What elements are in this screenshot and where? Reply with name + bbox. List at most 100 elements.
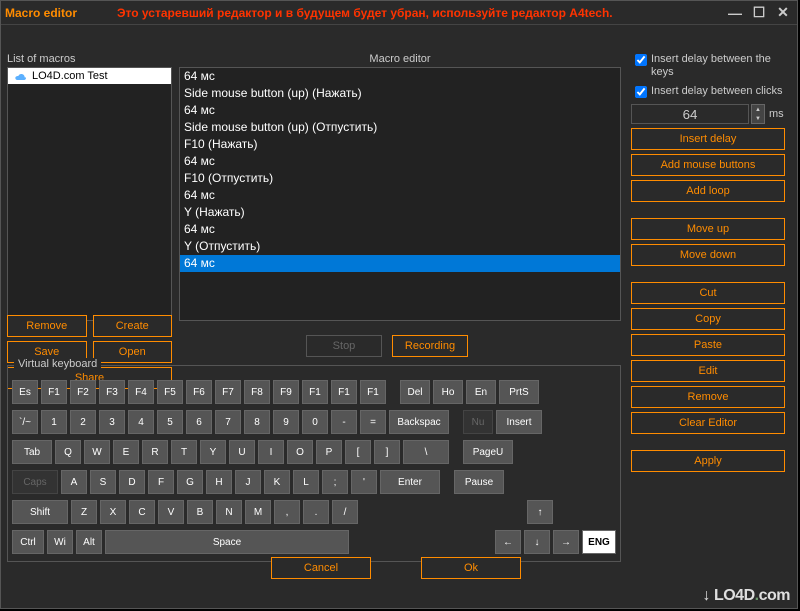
key-i[interactable]: I [258, 440, 284, 464]
key-b[interactable]: B [187, 500, 213, 524]
key-tilde[interactable]: `/~ [12, 410, 38, 434]
clear-editor-button[interactable]: Clear Editor [631, 412, 785, 434]
key-p[interactable]: P [316, 440, 342, 464]
key-q[interactable]: Q [55, 440, 81, 464]
key-lbracket[interactable]: [ [345, 440, 371, 464]
key-arrow-down[interactable]: ↓ [524, 530, 550, 554]
key-j[interactable]: J [235, 470, 261, 494]
key-win[interactable]: Wi [47, 530, 73, 554]
key-h[interactable]: H [206, 470, 232, 494]
editor-line[interactable]: Y (Нажать) [180, 204, 620, 221]
key-tab[interactable]: Tab [12, 440, 52, 464]
add-mouse-button[interactable]: Add mouse buttons [631, 154, 785, 176]
key-rbracket[interactable]: ] [374, 440, 400, 464]
key-k[interactable]: K [264, 470, 290, 494]
key-v[interactable]: V [158, 500, 184, 524]
editor-listbox[interactable]: 64 мс Side mouse button (up) (Нажать) 64… [179, 67, 621, 321]
key-arrow-right[interactable]: → [553, 530, 579, 554]
key-n[interactable]: N [216, 500, 242, 524]
key-f11[interactable]: F1 [331, 380, 357, 404]
remove-right-button[interactable]: Remove [631, 386, 785, 408]
editor-line[interactable]: Side mouse button (up) (Отпустить) [180, 119, 620, 136]
key-f2[interactable]: F2 [70, 380, 96, 404]
key-quote[interactable]: ' [351, 470, 377, 494]
edit-button[interactable]: Edit [631, 360, 785, 382]
key-f5[interactable]: F5 [157, 380, 183, 404]
macros-listbox[interactable]: LO4D.com Test [7, 67, 172, 321]
key-e[interactable]: E [113, 440, 139, 464]
remove-button[interactable]: Remove [7, 315, 87, 337]
ok-button[interactable]: Ok [421, 557, 521, 579]
key-g[interactable]: G [177, 470, 203, 494]
move-up-button[interactable]: Move up [631, 218, 785, 240]
key-printscreen[interactable]: PrtS [499, 380, 539, 404]
editor-line[interactable]: Y (Отпустить) [180, 238, 620, 255]
key-u[interactable]: U [229, 440, 255, 464]
create-button[interactable]: Create [93, 315, 173, 337]
key-shift[interactable]: Shift [12, 500, 68, 524]
key-pageup[interactable]: PageU [463, 440, 513, 464]
delay-clicks-checkbox[interactable] [635, 86, 647, 98]
copy-button[interactable]: Copy [631, 308, 785, 330]
editor-line[interactable]: 64 мс [180, 102, 620, 119]
editor-line[interactable]: 64 мс [180, 187, 620, 204]
key-c[interactable]: C [129, 500, 155, 524]
key-equals[interactable]: = [360, 410, 386, 434]
key-l[interactable]: L [293, 470, 319, 494]
key-home[interactable]: Ho [433, 380, 463, 404]
key-alt[interactable]: Alt [76, 530, 102, 554]
key-8[interactable]: 8 [244, 410, 270, 434]
key-space[interactable]: Space [105, 530, 349, 554]
key-0[interactable]: 0 [302, 410, 328, 434]
key-f6[interactable]: F6 [186, 380, 212, 404]
editor-line[interactable]: 64 мс [180, 68, 620, 85]
key-o[interactable]: O [287, 440, 313, 464]
key-arrow-up[interactable]: ↑ [527, 500, 553, 524]
key-period[interactable]: . [303, 500, 329, 524]
key-arrow-left[interactable]: ← [495, 530, 521, 554]
add-loop-button[interactable]: Add loop [631, 180, 785, 202]
maximize-button[interactable]: ☐ [749, 5, 769, 21]
key-backspace[interactable]: Backspac [389, 410, 449, 434]
key-w[interactable]: W [84, 440, 110, 464]
key-5[interactable]: 5 [157, 410, 183, 434]
key-6[interactable]: 6 [186, 410, 212, 434]
editor-line[interactable]: 64 мс [180, 153, 620, 170]
key-1[interactable]: 1 [41, 410, 67, 434]
key-slash[interactable]: / [332, 500, 358, 524]
key-backslash[interactable]: \ [403, 440, 449, 464]
key-y[interactable]: Y [200, 440, 226, 464]
key-f12[interactable]: F1 [360, 380, 386, 404]
key-insert[interactable]: Insert [496, 410, 542, 434]
key-enter[interactable]: Enter [380, 470, 440, 494]
key-comma[interactable]: , [274, 500, 300, 524]
key-ctrl[interactable]: Ctrl [12, 530, 44, 554]
delay-value-input[interactable] [631, 104, 749, 124]
key-minus[interactable]: - [331, 410, 357, 434]
delay-spinner[interactable]: ▲▼ [751, 104, 765, 124]
key-f7[interactable]: F7 [215, 380, 241, 404]
key-r[interactable]: R [142, 440, 168, 464]
key-f10[interactable]: F1 [302, 380, 328, 404]
cancel-button[interactable]: Cancel [271, 557, 371, 579]
key-end[interactable]: En [466, 380, 496, 404]
key-a[interactable]: A [61, 470, 87, 494]
key-z[interactable]: Z [71, 500, 97, 524]
editor-line[interactable]: F10 (Нажать) [180, 136, 620, 153]
key-semicolon[interactable]: ; [322, 470, 348, 494]
spinner-up-icon[interactable]: ▲ [752, 105, 764, 114]
spinner-down-icon[interactable]: ▼ [752, 114, 764, 123]
key-escape[interactable]: Es [12, 380, 38, 404]
key-pause[interactable]: Pause [454, 470, 504, 494]
key-f4[interactable]: F4 [128, 380, 154, 404]
key-7[interactable]: 7 [215, 410, 241, 434]
key-9[interactable]: 9 [273, 410, 299, 434]
key-d[interactable]: D [119, 470, 145, 494]
key-4[interactable]: 4 [128, 410, 154, 434]
move-down-button[interactable]: Move down [631, 244, 785, 266]
editor-line[interactable]: F10 (Отпустить) [180, 170, 620, 187]
editor-line-selected[interactable]: 64 мс [180, 255, 620, 272]
close-button[interactable]: ✕ [773, 5, 793, 21]
list-item[interactable]: LO4D.com Test [8, 68, 171, 84]
key-language[interactable]: ENG [582, 530, 616, 554]
